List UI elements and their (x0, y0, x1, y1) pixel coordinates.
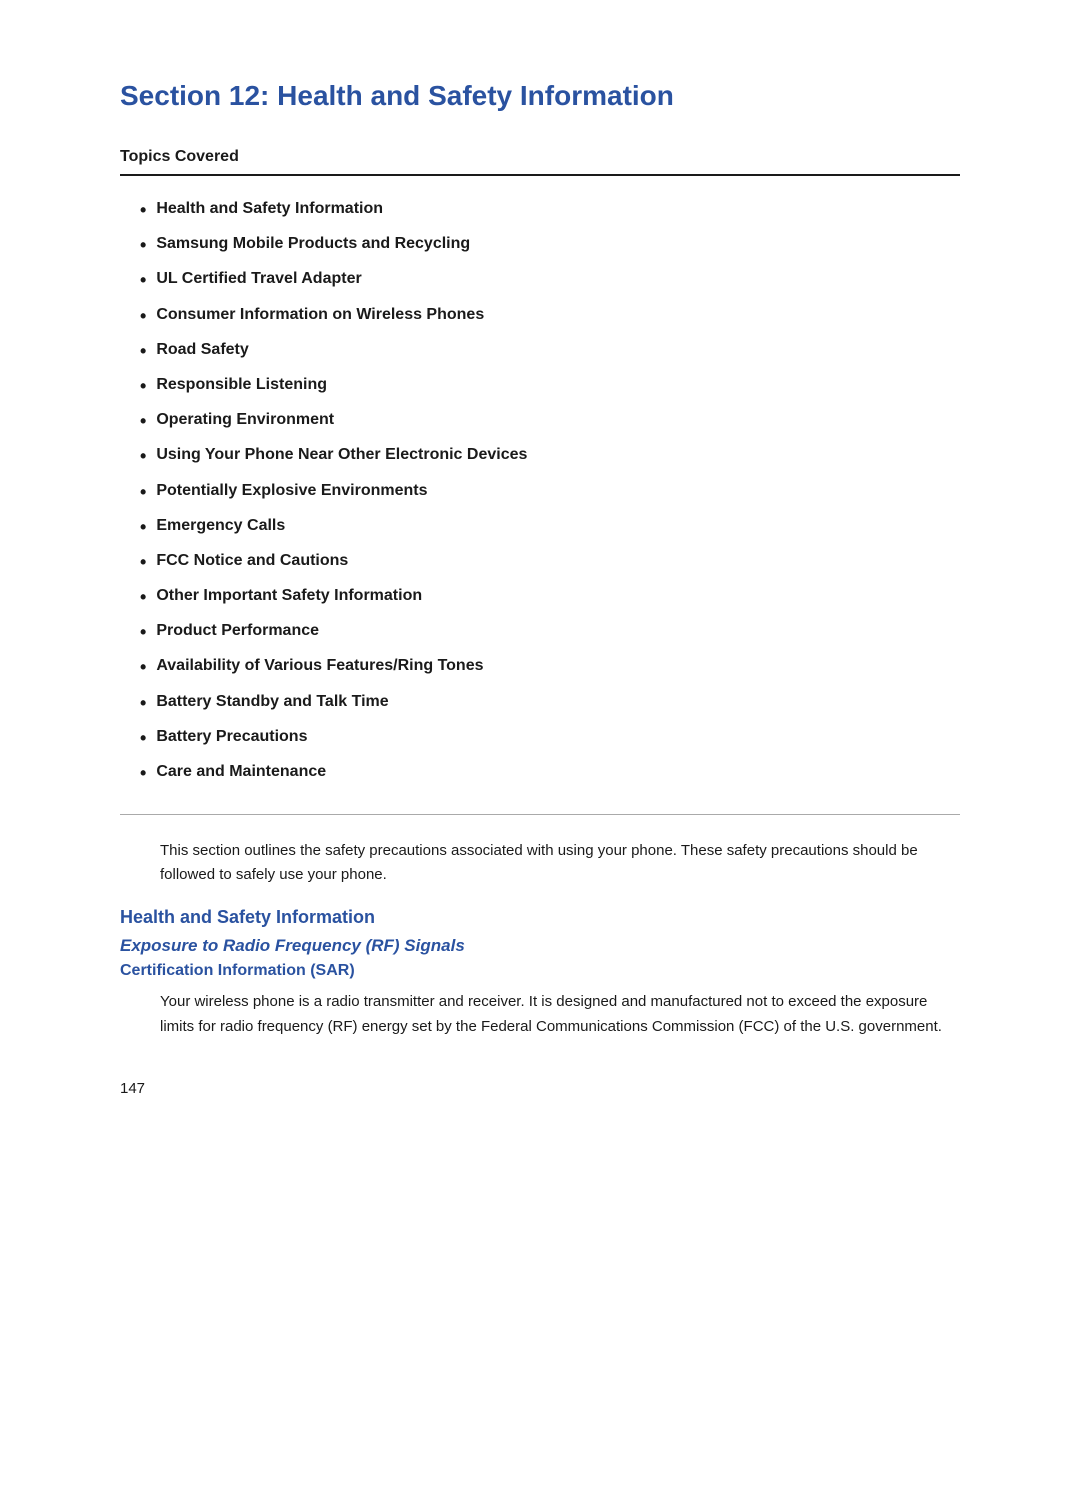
page-number: 147 (120, 1080, 960, 1097)
list-item: Samsung Mobile Products and Recycling (140, 233, 960, 258)
topics-list: Health and Safety Information Samsung Mob… (140, 198, 960, 786)
list-item: Operating Environment (140, 409, 960, 434)
rf-signals-subheading: Exposure to Radio Frequency (RF) Signals (120, 936, 960, 956)
list-item: Availability of Various Features/Ring To… (140, 655, 960, 680)
list-item: Product Performance (140, 620, 960, 645)
health-section-heading: Health and Safety Information (120, 907, 960, 928)
list-item: Potentially Explosive Environments (140, 480, 960, 505)
list-item: Using Your Phone Near Other Electronic D… (140, 444, 960, 469)
sar-subheading: Certification Information (SAR) (120, 962, 960, 980)
list-item: FCC Notice and Cautions (140, 550, 960, 575)
list-item: Health and Safety Information (140, 198, 960, 223)
list-item: Responsible Listening (140, 374, 960, 399)
bottom-divider (120, 814, 960, 815)
list-item: Battery Standby and Talk Time (140, 691, 960, 716)
sar-body-text: Your wireless phone is a radio transmitt… (160, 990, 960, 1040)
list-item: UL Certified Travel Adapter (140, 268, 960, 293)
list-item: Road Safety (140, 339, 960, 364)
list-item: Other Important Safety Information (140, 585, 960, 610)
list-item: Care and Maintenance (140, 761, 960, 786)
list-item: Battery Precautions (140, 726, 960, 751)
list-item: Consumer Information on Wireless Phones (140, 304, 960, 329)
intro-text: This section outlines the safety precaut… (160, 839, 960, 887)
list-item: Emergency Calls (140, 515, 960, 540)
topics-covered-label: Topics Covered (120, 148, 960, 166)
section-title: Section 12: Health and Safety Informatio… (120, 80, 960, 112)
top-divider (120, 174, 960, 176)
